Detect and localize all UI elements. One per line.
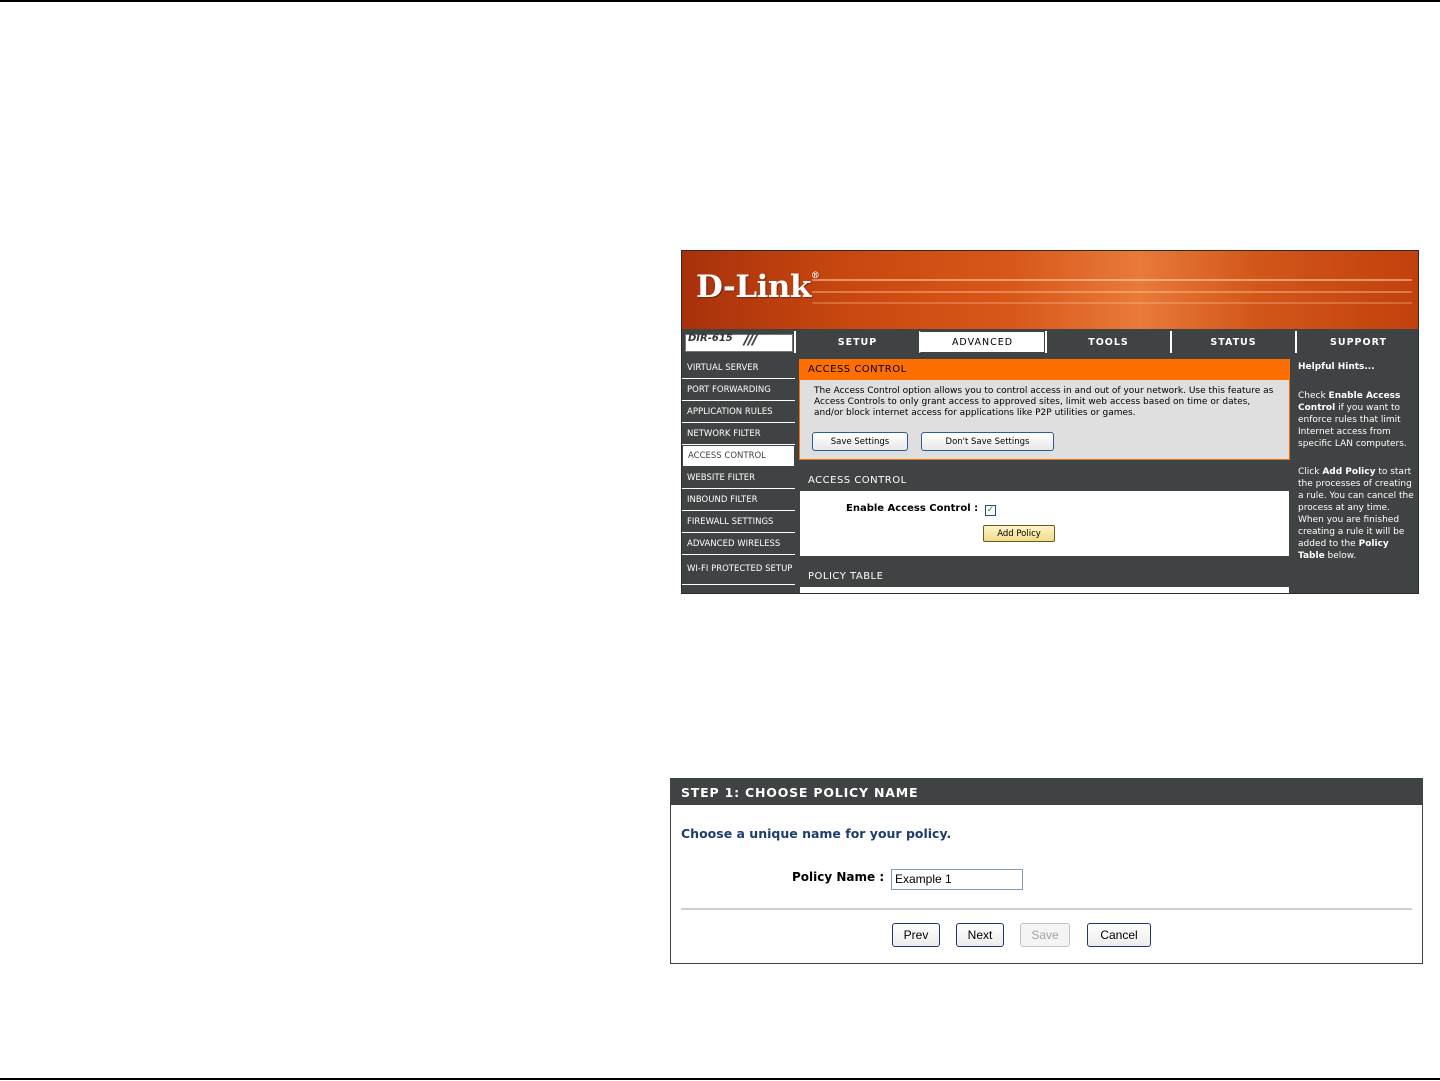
banner-streak [812,279,1412,281]
policy-table-section: POLICY TABLE [799,566,1290,593]
dont-save-settings-button[interactable]: Don't Save Settings [921,432,1054,451]
hints-title: Helpful Hints... [1298,362,1375,372]
intro-panel: ACCESS CONTROL The Access Control option… [799,359,1290,460]
check-mark-icon: ✓ [986,505,995,515]
access-control-title: ACCESS CONTROL [800,471,1289,491]
policy-table-title: POLICY TABLE [800,567,1289,587]
sidebar-item-port-forwarding[interactable]: PORT FORWARDING [682,379,795,401]
top-nav: DIR-615 /// SETUP ADVANCED TOOLS STATUS … [682,329,1418,353]
router-admin-screenshot: D-Link® DIR-615 /// SETUP ADVANCED TOOLS… [681,250,1419,594]
tab-status[interactable]: STATUS [1170,331,1295,353]
prev-button[interactable]: Prev [892,923,940,947]
add-policy-button[interactable]: Add Policy [983,525,1055,542]
sidebar-item-firewall-settings[interactable]: FIREWALL SETTINGS [682,511,795,533]
intro-description: The Access Control option allows you to … [814,386,1274,418]
slash-decoration: /// [744,329,759,349]
save-button[interactable]: Save [1020,923,1070,947]
banner-streak [812,291,1412,293]
policy-name-input[interactable]: Example 1 [891,869,1023,890]
tab-support[interactable]: SUPPORT [1295,331,1418,353]
bottom-rule [0,1078,1440,1080]
access-control-section: ACCESS CONTROL Enable Access Control : ✓… [799,470,1290,557]
enable-access-control-checkbox[interactable]: ✓ [985,505,996,516]
sidebar-item-virtual-server[interactable]: VIRTUAL SERVER [682,357,795,379]
step1-policy-name-panel: STEP 1: CHOOSE POLICY NAME Choose a uniq… [670,778,1423,964]
intro-title: ACCESS CONTROL [800,360,1289,380]
sidebar-item-advanced-wireless[interactable]: ADVANCED WIRELESS [682,533,795,555]
enable-access-control-label: Enable Access Control : [846,503,979,514]
divider [681,908,1412,910]
dlink-logo: D-Link® [696,269,820,305]
main-content: ACCESS CONTROL The Access Control option… [799,357,1290,593]
top-rule [0,0,1440,2]
hint-enable-access-control: Check Enable Access Control if you want … [1298,391,1407,449]
cancel-button[interactable]: Cancel [1087,923,1151,947]
hint-add-policy: Click Add Policy to start the processes … [1298,467,1414,561]
sidebar-item-wifi-protected-setup[interactable]: WI-FI PROTECTED SETUP [682,555,795,585]
banner-streak [812,302,1412,304]
model-label: DIR-615 [688,333,733,344]
sidebar-item-inbound-filter[interactable]: INBOUND FILTER [682,489,795,511]
model-badge: DIR-615 /// [682,329,794,353]
next-button[interactable]: Next [956,923,1004,947]
dlink-banner: D-Link® [682,251,1418,329]
helpful-hints-panel: Helpful Hints... Check Enable Access Con… [1293,357,1418,593]
tab-tools[interactable]: TOOLS [1045,331,1170,353]
policy-name-label: Policy Name : [792,870,885,884]
step1-subtitle: Choose a unique name for your policy. [681,826,952,841]
save-settings-button[interactable]: Save Settings [812,432,908,451]
tab-setup[interactable]: SETUP [794,331,919,353]
step1-header: STEP 1: CHOOSE POLICY NAME [671,779,1422,805]
tab-advanced[interactable]: ADVANCED [919,331,1045,353]
sidebar: VIRTUAL SERVER PORT FORWARDING APPLICATI… [682,357,795,585]
sidebar-item-website-filter[interactable]: WEBSITE FILTER [682,467,795,489]
sidebar-item-access-control[interactable]: ACCESS CONTROL [682,445,795,467]
sidebar-item-application-rules[interactable]: APPLICATION RULES [682,401,795,423]
sidebar-item-network-filter[interactable]: NETWORK FILTER [682,423,795,445]
